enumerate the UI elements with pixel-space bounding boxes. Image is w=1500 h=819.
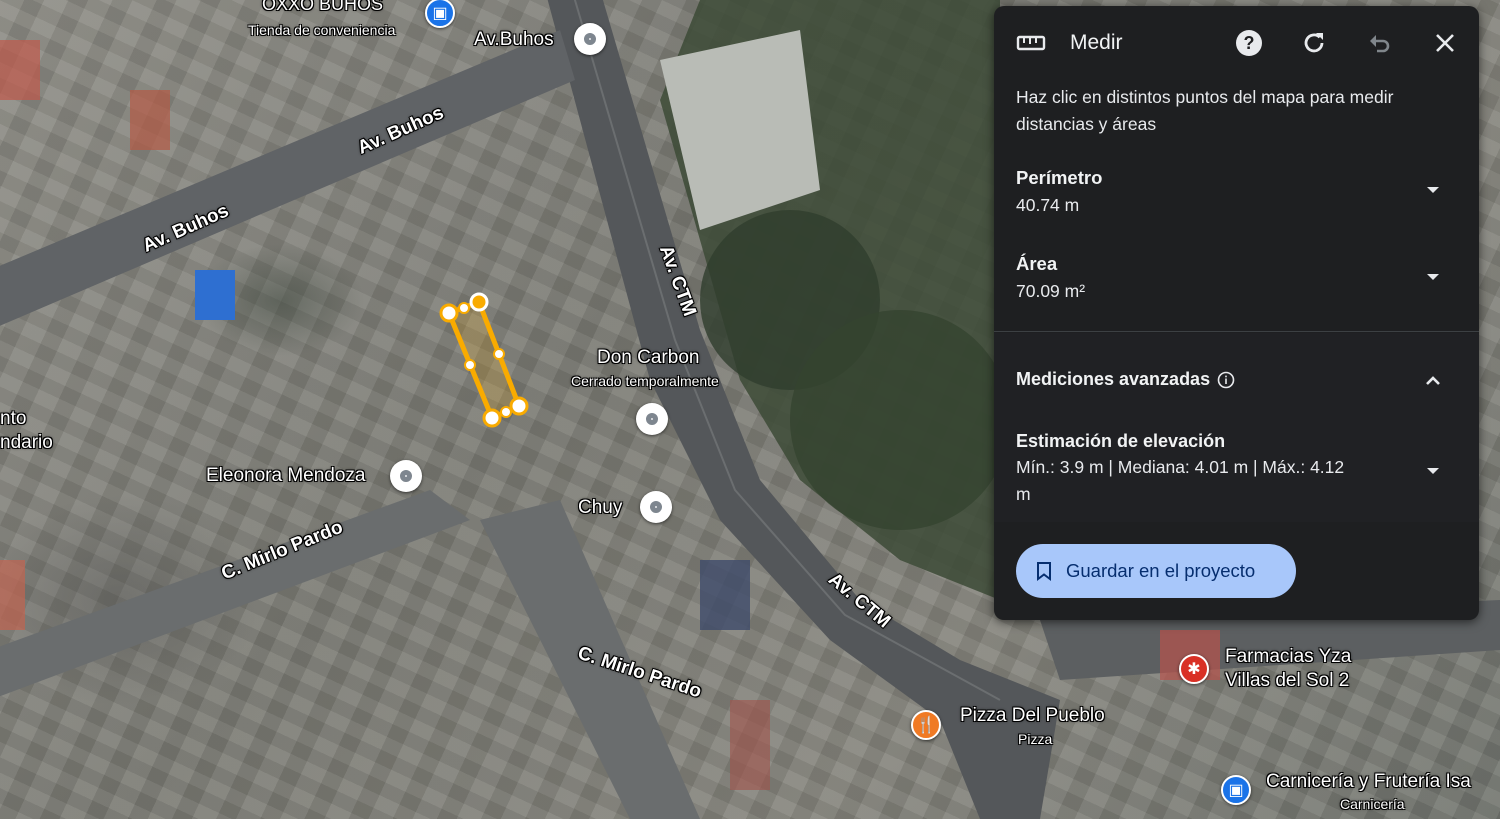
place-chuy[interactable]: Chuy [578,497,622,519]
bookmark-icon [1037,562,1051,581]
reset-button[interactable] [1297,26,1331,60]
perimeter-value: 40.74 m [1016,195,1080,215]
place-carniceria-sub: Carnicería [1340,796,1405,812]
place-av-buhos[interactable]: Av.Buhos [474,29,554,51]
undo-button[interactable] [1363,26,1397,60]
place-oxxo-name[interactable]: OXXO BUHOS [262,0,383,15]
place-oxxo-sub: Tienda de conveniencia [248,22,396,38]
place-farmacias-line2[interactable]: Villas del Sol 2 [1225,670,1349,692]
caret-down-icon[interactable] [1423,461,1443,481]
area-value: 70.09 m² [1016,281,1086,301]
place-partial-line2: ndario [0,432,53,453]
advanced-label: Mediciones avanzadas [1016,369,1211,389]
elevation-value: Mín.: 3.9 m | Mediana: 4.01 m | Máx.: 4.… [1016,457,1345,504]
area-row[interactable]: Área 70.09 m² [1016,253,1456,302]
place-don-carbon-name[interactable]: Don Carbon [597,347,699,369]
restaurant-pin-icon[interactable] [636,403,668,435]
place-pizza-name[interactable]: Pizza Del Pueblo [960,705,1105,727]
pharmacy-icon[interactable]: ✱ [1179,654,1209,684]
panel-header: Medir ? [994,6,1479,80]
place-don-carbon-sub: Cerrado temporalmente [571,373,719,389]
refresh-icon [1304,33,1324,53]
place-eleonora[interactable]: Eleonora Mendoza [206,465,366,487]
help-button[interactable]: ? [1232,26,1266,60]
elevation-row[interactable]: Estimación de elevación Mín.: 3.9 m | Me… [1016,431,1346,508]
save-to-project-button[interactable]: Guardar en el proyecto [1016,544,1296,598]
advanced-header[interactable]: Mediciones avanzadas [1016,369,1456,390]
measure-hint: Haz clic en distintos puntos del mapa pa… [1016,87,1394,134]
measure-polygon [439,292,529,428]
place-carniceria-name[interactable]: Carnicería y Frutería Isa [1266,771,1471,793]
save-label: Guardar en el proyecto [1066,560,1256,581]
shop-icon[interactable]: ▣ [1221,775,1251,805]
info-icon[interactable] [1217,371,1235,389]
measure-panel: Medir ? Haz clic en distintos puntos del… [994,6,1479,620]
area-label: Área [1016,253,1058,274]
perimeter-row[interactable]: Perímetro 40.74 m [1016,167,1456,216]
perimeter-label: Perímetro [1016,167,1103,188]
close-icon [1436,34,1454,52]
close-button[interactable] [1428,26,1462,60]
location-pin-icon[interactable] [574,23,606,55]
caret-down-icon[interactable] [1423,180,1443,200]
panel-title: Medir [1070,31,1123,54]
place-farmacias-line1[interactable]: Farmacias Yza [1225,646,1351,668]
caret-down-icon[interactable] [1423,267,1443,287]
location-pin-icon[interactable] [390,460,422,492]
restaurant-icon[interactable]: 🍴 [911,710,941,740]
undo-icon [1370,35,1390,53]
chevron-up-icon[interactable] [1423,371,1443,391]
place-partial-line1: nto [0,408,27,429]
place-pizza-sub: Pizza [1018,731,1053,747]
divider [994,331,1479,332]
ruler-icon [1016,35,1046,51]
elevation-label: Estimación de elevación [1016,431,1226,451]
location-pin-icon[interactable] [640,491,672,523]
help-icon: ? [1236,30,1262,56]
svg-text:?: ? [1244,33,1255,53]
